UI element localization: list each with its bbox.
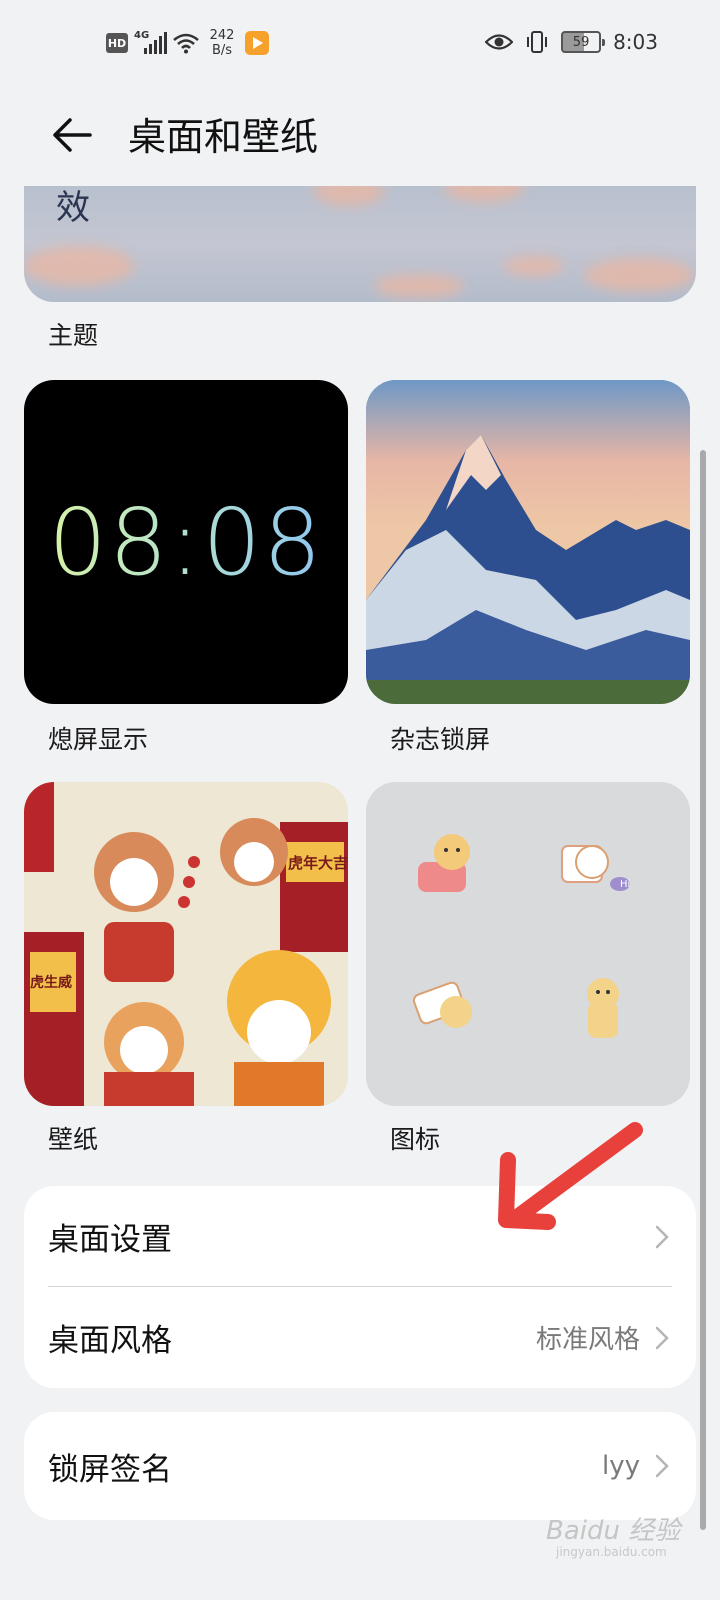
aod-clock-preview: 08:08: [48, 488, 324, 596]
lock-signature-row[interactable]: 锁屏签名 lyy: [24, 1412, 696, 1520]
hd-badge: HD: [106, 33, 128, 53]
network-speed: 242 B/s: [205, 28, 239, 58]
status-left: HD 4G 242 B/s: [106, 28, 269, 58]
chevron-right-icon: [655, 1326, 669, 1350]
mountain-image: [366, 380, 690, 704]
always-on-display-tile[interactable]: 08:08: [24, 380, 348, 704]
theme-label: 主题: [48, 321, 99, 350]
desktop-style-label: 桌面风格: [48, 1322, 172, 1359]
watermark-url: jingyan.baidu.com: [556, 1545, 667, 1559]
icons-label: 图标: [390, 1125, 441, 1154]
magazine-lock-screen-tile[interactable]: [366, 380, 690, 704]
wifi-icon: [173, 33, 199, 54]
eye-comfort-icon: [485, 34, 514, 50]
lock-signature-value: lyy: [602, 1451, 640, 1481]
lock-signature-card: 锁屏签名 lyy: [24, 1412, 696, 1520]
tiger-new-year-illustration: [24, 782, 348, 1106]
video-app-notification-icon: [245, 31, 269, 55]
lock-signature-label: 锁屏签名: [48, 1451, 172, 1488]
status-bar: HD 4G 242 B/s 59 8:03: [0, 0, 720, 92]
cellular-signal-icon: 4G: [134, 30, 167, 54]
page-title: 桌面和壁纸: [128, 115, 319, 159]
always-on-display-label: 熄屏显示: [48, 725, 149, 754]
desktop-style-row[interactable]: 桌面风格 标准风格: [24, 1287, 696, 1387]
wallpaper-label: 壁纸: [48, 1125, 99, 1154]
clock: 8:03: [613, 30, 658, 54]
speed-value: 242: [209, 28, 235, 43]
icon-hi-bubble: Hi: [620, 879, 631, 890]
network-type: 4G: [134, 30, 150, 41]
desktop-style-value: 标准风格: [535, 1324, 640, 1355]
wallpaper-sign-text-2: 虎生威: [30, 975, 72, 991]
speed-unit: B/s: [211, 43, 233, 58]
desktop-settings-label: 桌面设置: [48, 1221, 172, 1258]
wallpaper-tile[interactable]: 虎年大吉 虎生威: [24, 782, 348, 1106]
scrollbar[interactable]: [700, 450, 706, 1530]
icon-style-preview: [412, 834, 630, 1038]
app-header: 桌面和壁纸: [0, 100, 720, 180]
battery-icon: 59: [561, 31, 606, 53]
vibrate-icon: [527, 31, 548, 53]
theme-banner-glyph: 效: [56, 188, 90, 228]
watermark-logo: Baidu 经验: [546, 1516, 681, 1546]
back-arrow-icon[interactable]: [48, 110, 98, 160]
status-right: 59 8:03: [485, 30, 658, 54]
icons-tile[interactable]: Hi: [366, 782, 690, 1106]
annotation-arrow-icon: [498, 1122, 643, 1230]
chevron-right-icon: [655, 1454, 669, 1478]
wallpaper-sign-text: 虎年大吉: [288, 854, 348, 872]
theme-preview[interactable]: 效: [24, 186, 696, 302]
magazine-lock-screen-label: 杂志锁屏: [390, 725, 491, 754]
